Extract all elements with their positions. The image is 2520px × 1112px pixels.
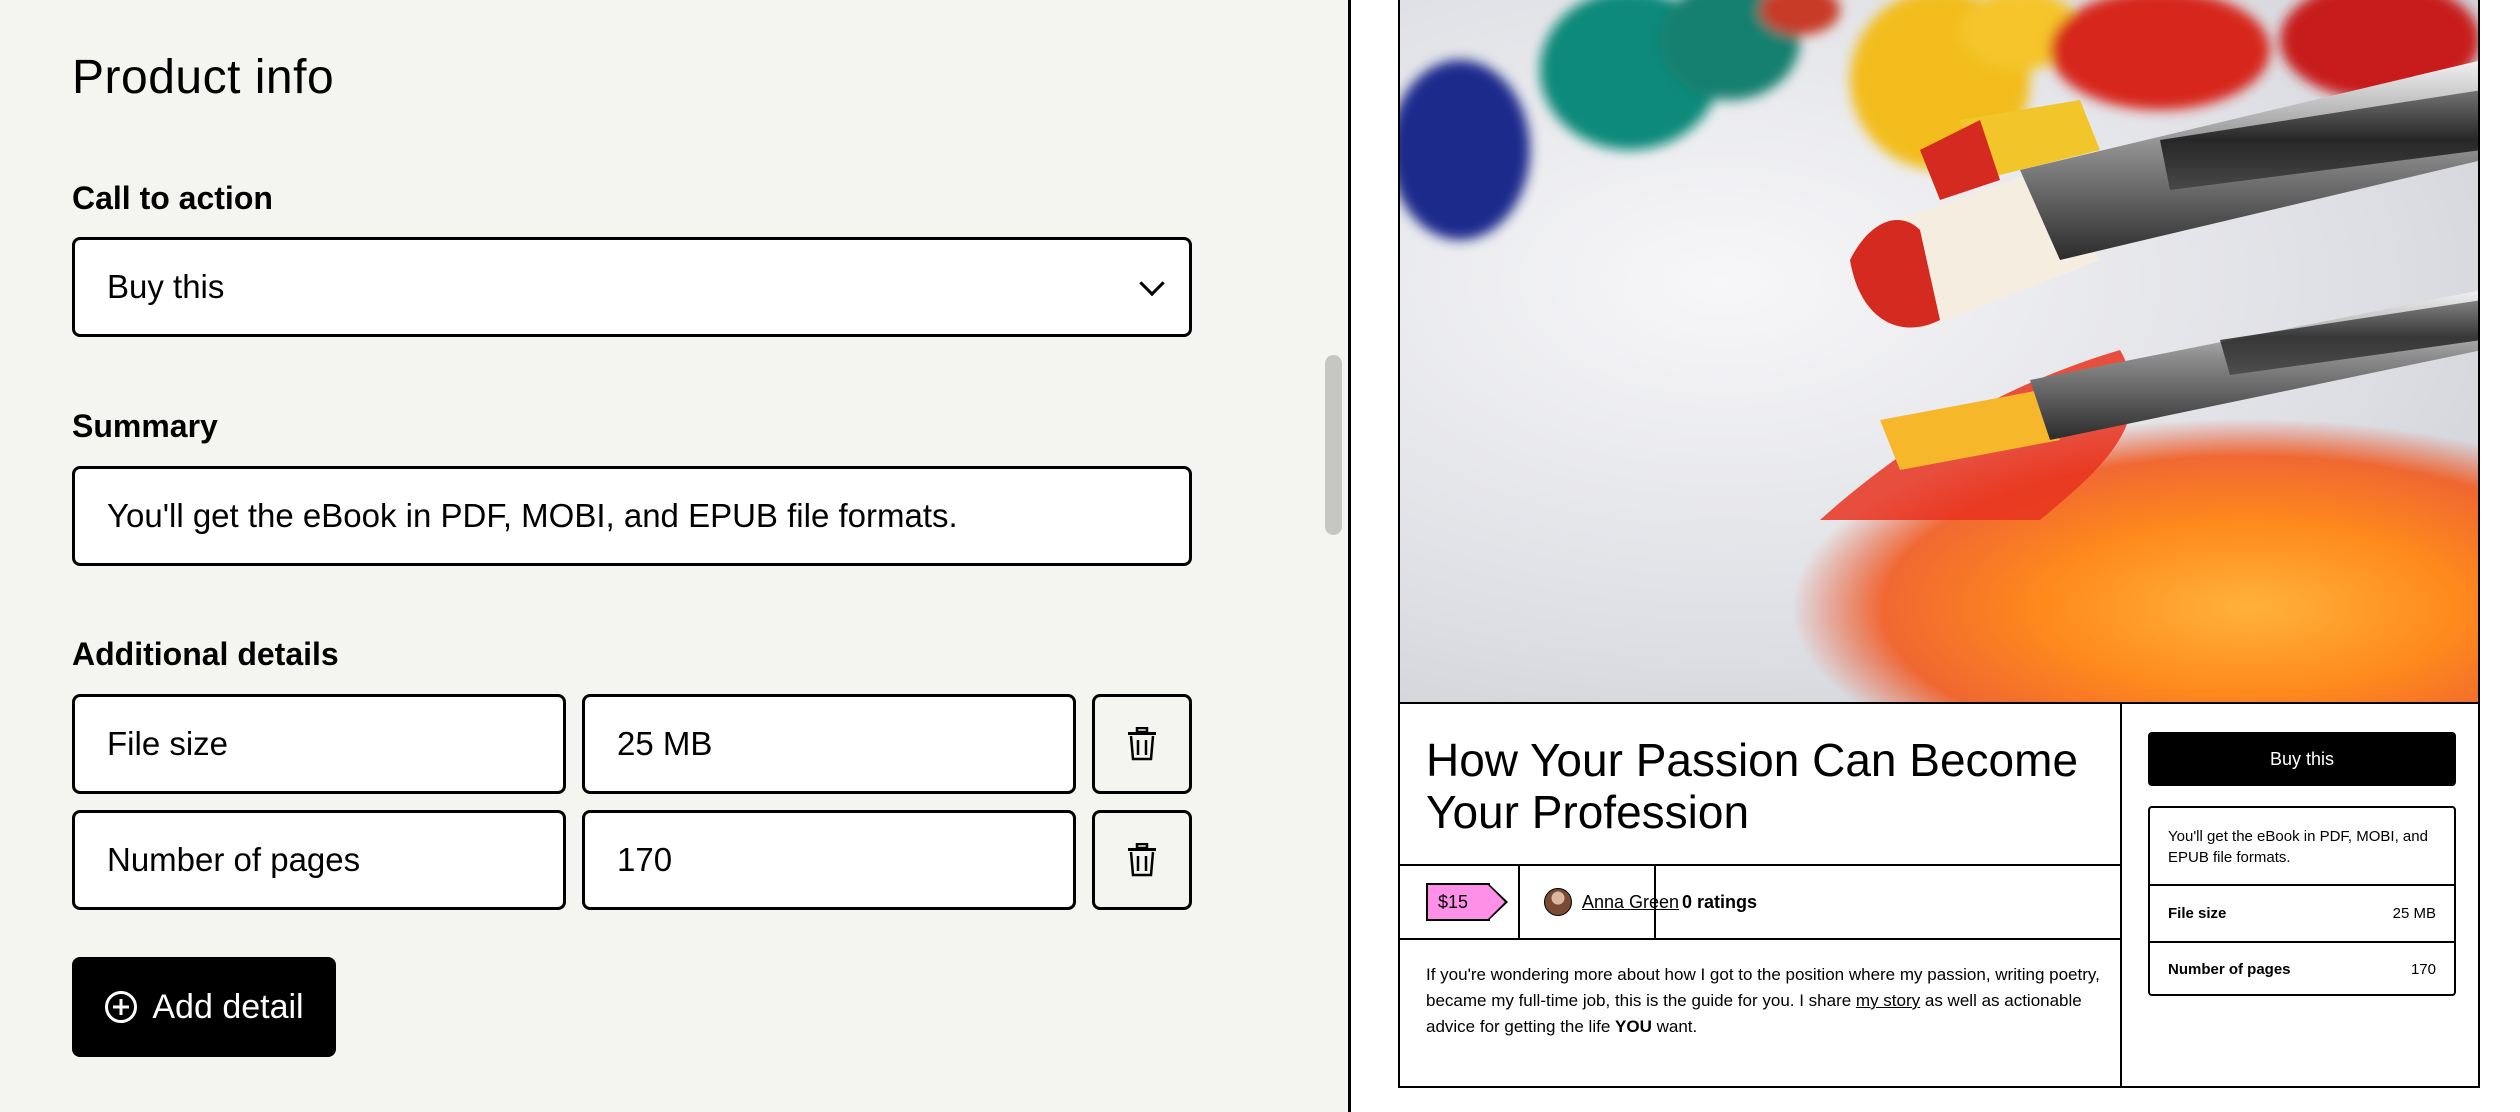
product-title: How Your Passion Can Become Your Profess…: [1426, 734, 2079, 838]
detail-value-input[interactable]: 170: [582, 810, 1076, 910]
product-editor: Product info Call to action Buy this Sum…: [0, 0, 1320, 1112]
price-cell: $15: [1426, 866, 1509, 938]
description-emphasis: YOU: [1615, 1017, 1652, 1036]
creator-link[interactable]: Anna Green: [1582, 892, 1679, 913]
product-cover-image: [1398, 0, 2480, 704]
detail-name-input[interactable]: Number of pages: [72, 810, 566, 910]
paint-brushes-illustration: [1400, 0, 2478, 704]
detail-name: Number of pages: [2168, 961, 2291, 978]
detail-value-text: 25 MB: [617, 725, 713, 762]
product-card-side: Buy this You'll get the eBook in PDF, MO…: [2122, 704, 2480, 1086]
detail-value-text: 170: [617, 841, 673, 878]
my-story-link[interactable]: my story: [1856, 991, 1920, 1010]
detail-row: Number of pages 170: [2150, 941, 2454, 996]
meta-divider: [1654, 866, 1656, 938]
detail-name-value: File size: [107, 725, 229, 762]
creator-cell[interactable]: Anna Green: [1544, 866, 1679, 938]
detail-value: 170: [2410, 961, 2436, 978]
product-meta-row: $15 Anna Green 0 ratings: [1400, 864, 2120, 940]
detail-name: File size: [2168, 905, 2227, 922]
ratings-cell: 0 ratings: [1682, 866, 1757, 938]
summary-value: You'll get the eBook in PDF, MOBI, and E…: [107, 497, 958, 534]
trash-icon: [1128, 727, 1156, 761]
trash-icon: [1128, 843, 1156, 877]
editor-scrollbar[interactable]: [1325, 355, 1342, 535]
summary-label: Summary: [72, 408, 218, 444]
additional-details-label: Additional details: [72, 636, 339, 672]
description-text: want.: [1651, 1017, 1698, 1036]
product-card: How Your Passion Can Become Your Profess…: [1398, 702, 2480, 1088]
delete-detail-button[interactable]: [1092, 694, 1192, 794]
call-to-action-label: Call to action: [72, 180, 273, 216]
chevron-down-icon: [1139, 270, 1165, 297]
product-card-main: How Your Passion Can Become Your Profess…: [1400, 704, 2122, 1086]
plus-circle-icon: [105, 991, 138, 1023]
detail-value-input[interactable]: 25 MB: [582, 694, 1076, 794]
detail-name-value: Number of pages: [107, 841, 361, 878]
add-detail-button[interactable]: Add detail: [72, 957, 336, 1057]
detail-row: File size 25 MB: [2150, 886, 2454, 941]
price-value: $15: [1438, 891, 1469, 912]
buy-button[interactable]: Buy this: [2148, 732, 2456, 786]
section-title: Product info: [72, 51, 335, 104]
product-summary: You'll get the eBook in PDF, MOBI, and E…: [2150, 808, 2454, 886]
meta-divider: [1518, 866, 1520, 938]
call-to-action-select[interactable]: Buy this: [72, 237, 1192, 337]
ratings-count: 0 ratings: [1682, 891, 1758, 912]
product-info-box: You'll get the eBook in PDF, MOBI, and E…: [2148, 806, 2456, 996]
delete-detail-button[interactable]: [1092, 810, 1192, 910]
add-detail-label: Add detail: [152, 987, 304, 1026]
call-to-action-value: Buy this: [107, 268, 225, 305]
avatar: [1544, 888, 1572, 916]
summary-input[interactable]: You'll get the eBook in PDF, MOBI, and E…: [72, 466, 1192, 566]
detail-name-input[interactable]: File size: [72, 694, 566, 794]
detail-value: 25 MB: [2392, 905, 2436, 922]
product-description: If you're wondering more about how I got…: [1426, 962, 2106, 1040]
price-tag: $15: [1426, 883, 1509, 921]
